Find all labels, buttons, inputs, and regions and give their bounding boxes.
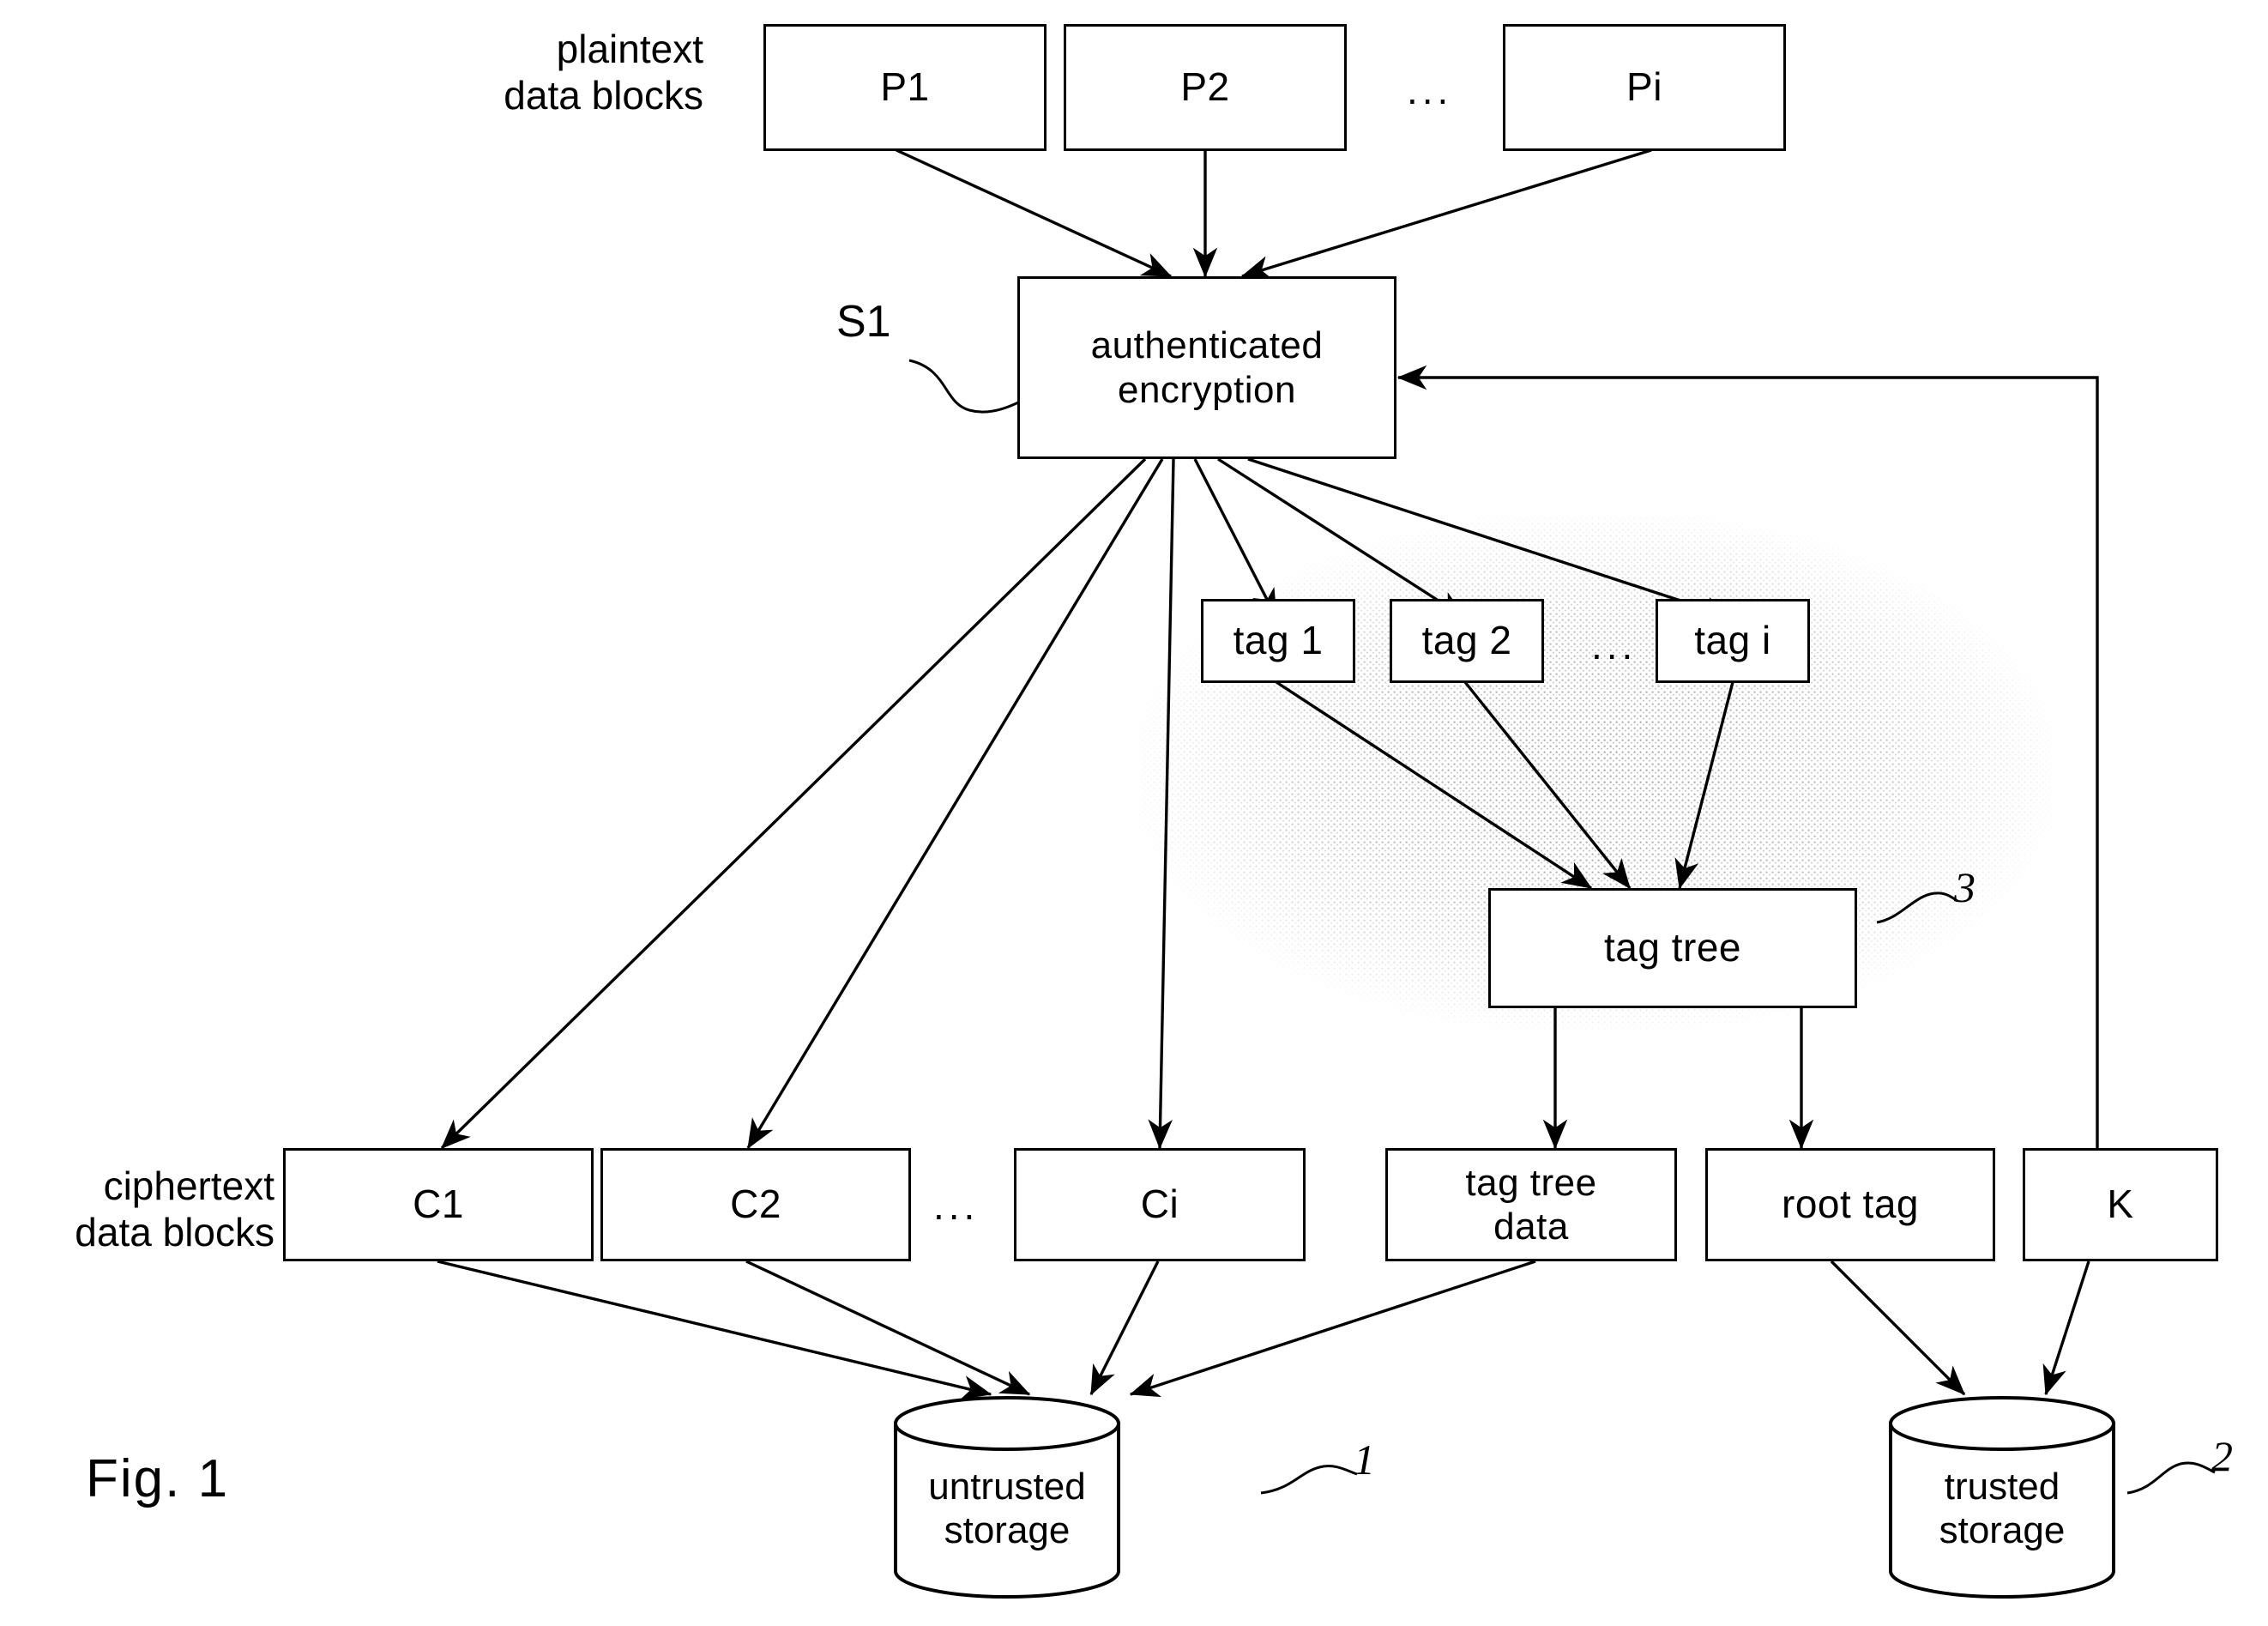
arrow-c1-to-untrusted	[437, 1260, 992, 1400]
ciphertext-group-label: ciphertext data blocks	[75, 1164, 274, 1255]
ciphertext-block-c2[interactable]: C2	[600, 1148, 911, 1261]
authenticated-encryption-process[interactable]: authenticated encryption	[1017, 276, 1396, 459]
connector-layer	[437, 148, 2216, 1495]
reference-numeral-3: 3	[1954, 863, 1975, 911]
arrow-encryption-to-c2	[746, 458, 1164, 1150]
output-block-key[interactable]: K	[2023, 1148, 2218, 1261]
leader-ref2	[2126, 1461, 2216, 1495]
arrow-tagi-to-tagtree	[1674, 681, 1734, 890]
arrow-tag2-to-tagtree	[1463, 680, 1632, 890]
arrow-ci-to-untrusted	[1089, 1260, 1160, 1396]
arrow-encryption-to-tagi	[1247, 457, 1734, 621]
figure-canvas: plaintext data blocks ciphertext data bl…	[0, 0, 2268, 1626]
output-block-tag-tree-data[interactable]: tag tree data	[1385, 1148, 1677, 1261]
arrow-key-feedback-to-encryption	[1396, 365, 2099, 1148]
plaintext-block-p2[interactable]: P2	[1064, 24, 1347, 151]
trusted-storage-cylinder[interactable]: trusted storage	[1887, 1394, 2117, 1600]
ciphertext-block-c1[interactable]: C1	[283, 1148, 594, 1261]
ciphertext-ellipsis: ...	[933, 1183, 980, 1228]
arrow-encryption-to-c1	[440, 457, 1147, 1150]
untrusted-storage-cylinder[interactable]: untrusted storage	[892, 1394, 1122, 1600]
step-label-s1: S1	[836, 297, 891, 347]
arrow-c2-to-untrusted	[745, 1260, 1031, 1396]
arrow-encryption-to-tag2	[1217, 457, 1467, 620]
untrusted-storage-label: untrusted storage	[928, 1465, 1086, 1551]
trusted-storage-label: trusted storage	[1939, 1465, 2066, 1551]
arrow-pi-to-encryption	[1240, 148, 1652, 280]
tag-block-tag1[interactable]: tag 1	[1201, 599, 1355, 683]
ciphertext-block-ci[interactable]: Ci	[1014, 1148, 1306, 1261]
tag-tree-node[interactable]: tag tree	[1488, 888, 1857, 1008]
reference-numeral-2: 2	[2211, 1432, 2233, 1480]
leader-ref1	[1260, 1465, 1358, 1495]
tag-ellipsis: ...	[1591, 623, 1638, 668]
arrow-p1-to-encryption	[896, 148, 1173, 278]
tag-block-tag2[interactable]: tag 2	[1390, 599, 1544, 683]
arrow-tag1-to-tagtree	[1276, 680, 1593, 890]
tag-block-tagi[interactable]: tag i	[1656, 599, 1810, 683]
reference-numeral-1: 1	[1354, 1436, 1375, 1484]
leader-ref3	[1876, 892, 1958, 924]
arrow-encryption-to-ci	[1148, 458, 1175, 1150]
figure-caption: Fig. 1	[86, 1449, 230, 1508]
arrow-encryption-to-tag1	[1193, 458, 1278, 620]
plaintext-block-p1[interactable]: P1	[763, 24, 1047, 151]
plaintext-group-label: plaintext data blocks	[504, 27, 703, 118]
speckle-shading-layer	[1141, 515, 2050, 1030]
plaintext-block-pi[interactable]: Pi	[1503, 24, 1786, 151]
arrow-key-to-trusted	[2042, 1260, 2090, 1396]
arrow-tagtreedata-to-untrusted	[1129, 1260, 1536, 1398]
output-block-root-tag[interactable]: root tag	[1705, 1148, 1995, 1261]
plaintext-ellipsis: ...	[1407, 68, 1453, 112]
arrow-roottag-to-trusted	[1830, 1260, 1966, 1396]
